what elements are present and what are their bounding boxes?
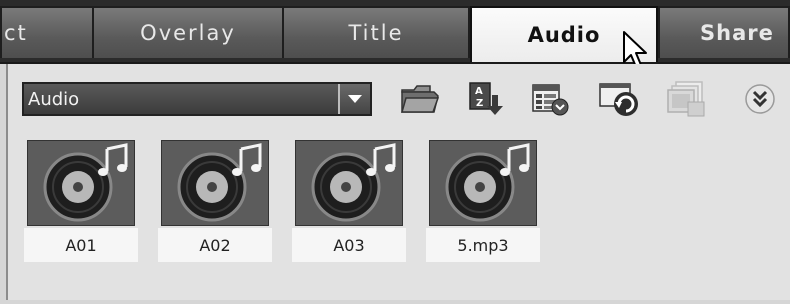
clip-thumbnail[interactable]: A01 bbox=[24, 138, 138, 262]
refresh-media-icon[interactable] bbox=[598, 80, 642, 118]
audio-disc-icon bbox=[429, 140, 537, 226]
category-dropdown-value: Audio bbox=[28, 88, 80, 110]
tab-label: Share bbox=[700, 21, 774, 45]
tab-title[interactable]: Title bbox=[282, 6, 470, 58]
audio-disc-icon bbox=[161, 140, 269, 226]
clip-label: A02 bbox=[158, 228, 272, 262]
library-toolbar: Audio A Z bbox=[20, 80, 790, 118]
chevron-down-icon[interactable] bbox=[338, 84, 370, 114]
clip-thumbnail[interactable]: 5.mp3 bbox=[426, 138, 540, 262]
svg-text:A: A bbox=[475, 86, 483, 97]
folder-open-icon[interactable] bbox=[398, 80, 442, 118]
tab-bar: ct Overlay Title Audio Share bbox=[0, 0, 790, 64]
clip-thumbnail[interactable]: A03 bbox=[292, 138, 406, 262]
library-panel: Audio A Z A01 A02 A03 5.mp3 bbox=[6, 64, 790, 300]
tab-effect[interactable]: ct bbox=[0, 6, 94, 58]
tab-share[interactable]: Share bbox=[658, 6, 790, 58]
tab-label: Overlay bbox=[140, 21, 236, 45]
clip-label: A01 bbox=[24, 228, 138, 262]
clip-thumbnail[interactable]: A02 bbox=[158, 138, 272, 262]
tab-label: Title bbox=[348, 21, 404, 45]
svg-text:Z: Z bbox=[476, 98, 483, 109]
more-options-icon[interactable] bbox=[738, 80, 782, 118]
audio-disc-icon bbox=[27, 140, 135, 226]
category-dropdown[interactable]: Audio bbox=[22, 82, 372, 116]
view-options-icon[interactable] bbox=[528, 80, 572, 118]
tab-label: ct bbox=[4, 21, 28, 45]
clip-label: A03 bbox=[292, 228, 406, 262]
audio-disc-icon bbox=[295, 140, 403, 226]
tab-label: Audio bbox=[527, 23, 601, 47]
sort-az-icon[interactable]: A Z bbox=[464, 80, 508, 118]
tab-overlay[interactable]: Overlay bbox=[92, 6, 284, 58]
clip-label: 5.mp3 bbox=[426, 228, 540, 262]
library-manager-icon[interactable] bbox=[666, 80, 710, 118]
